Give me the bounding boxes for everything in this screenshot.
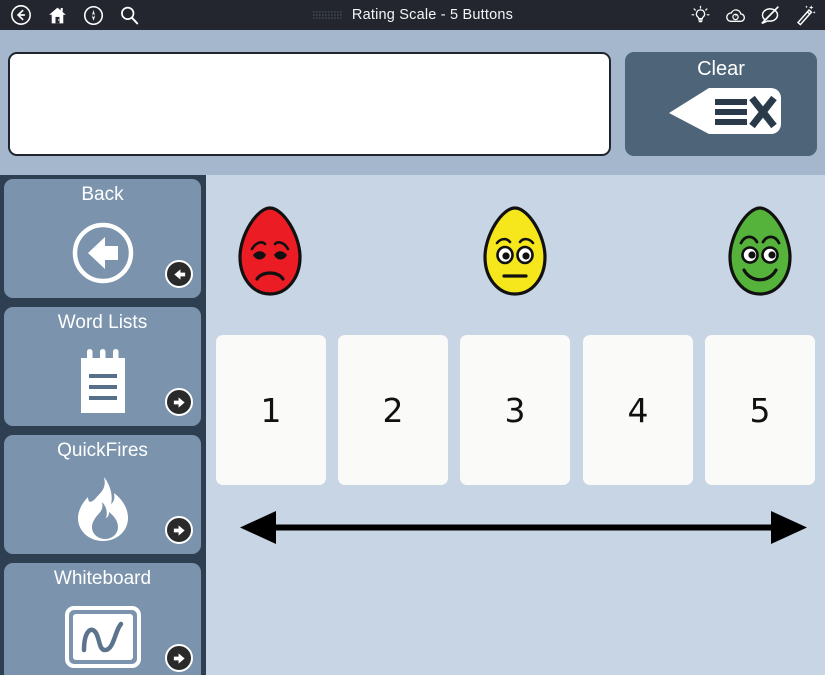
top-bar-right-icons [685, 0, 820, 30]
sad-face[interactable] [237, 205, 303, 297]
happy-face[interactable] [727, 205, 793, 297]
eraser-x-icon [659, 85, 784, 142]
faces-row [206, 175, 825, 330]
sidebar-item-word-lists[interactable]: Word Lists [4, 307, 201, 426]
sidebar-item-label: Back [81, 184, 124, 205]
cloud-sync-icon[interactable] [720, 0, 750, 30]
top-bar-left-icons [0, 0, 144, 30]
page-title: Rating Scale - 5 Buttons [351, 7, 514, 23]
right-arrow-badge[interactable] [165, 644, 193, 672]
right-arrow-badge[interactable] [165, 516, 193, 544]
sidebar-item-back[interactable]: Back [4, 179, 201, 298]
clear-button[interactable]: Clear [625, 52, 817, 156]
sidebar: Back Word Lists QuickFires Whiteboard [0, 175, 206, 675]
right-arrow-badge[interactable] [165, 388, 193, 416]
rating-button-1[interactable]: 1 [216, 335, 326, 485]
sidebar-item-label: QuickFires [57, 440, 148, 461]
magic-wand-icon[interactable] [790, 0, 820, 30]
keyboard-strip-icon [312, 9, 344, 21]
rating-button-4[interactable]: 4 [583, 335, 693, 485]
rating-buttons-row: 1 2 3 4 5 [206, 335, 825, 490]
sidebar-item-whiteboard[interactable]: Whiteboard [4, 563, 201, 675]
main-panel: 1 2 3 4 5 [206, 175, 825, 675]
sidebar-item-label: Whiteboard [53, 568, 152, 589]
left-arrow-badge[interactable] [165, 260, 193, 288]
app-root: Rating Scale - 5 Buttons Clear Back Word… [0, 0, 825, 675]
lightbulb-icon[interactable] [685, 0, 715, 30]
rating-button-2[interactable]: 2 [338, 335, 448, 485]
back-circle-icon[interactable] [6, 0, 36, 30]
clear-button-label: Clear [697, 58, 745, 80]
header-band: Clear [0, 30, 825, 175]
sidebar-item-label: Word Lists [57, 312, 148, 333]
sidebar-item-quickfires[interactable]: QuickFires [4, 435, 201, 554]
message-input[interactable] [8, 52, 611, 156]
top-bar: Rating Scale - 5 Buttons [0, 0, 825, 30]
scale-arrow [206, 505, 825, 560]
rating-button-3[interactable]: 3 [460, 335, 570, 485]
compass-icon[interactable] [78, 0, 108, 30]
search-icon[interactable] [114, 0, 144, 30]
neutral-face[interactable] [482, 205, 548, 297]
rating-button-5[interactable]: 5 [705, 335, 815, 485]
mute-speech-icon[interactable] [755, 0, 785, 30]
home-icon[interactable] [42, 0, 72, 30]
